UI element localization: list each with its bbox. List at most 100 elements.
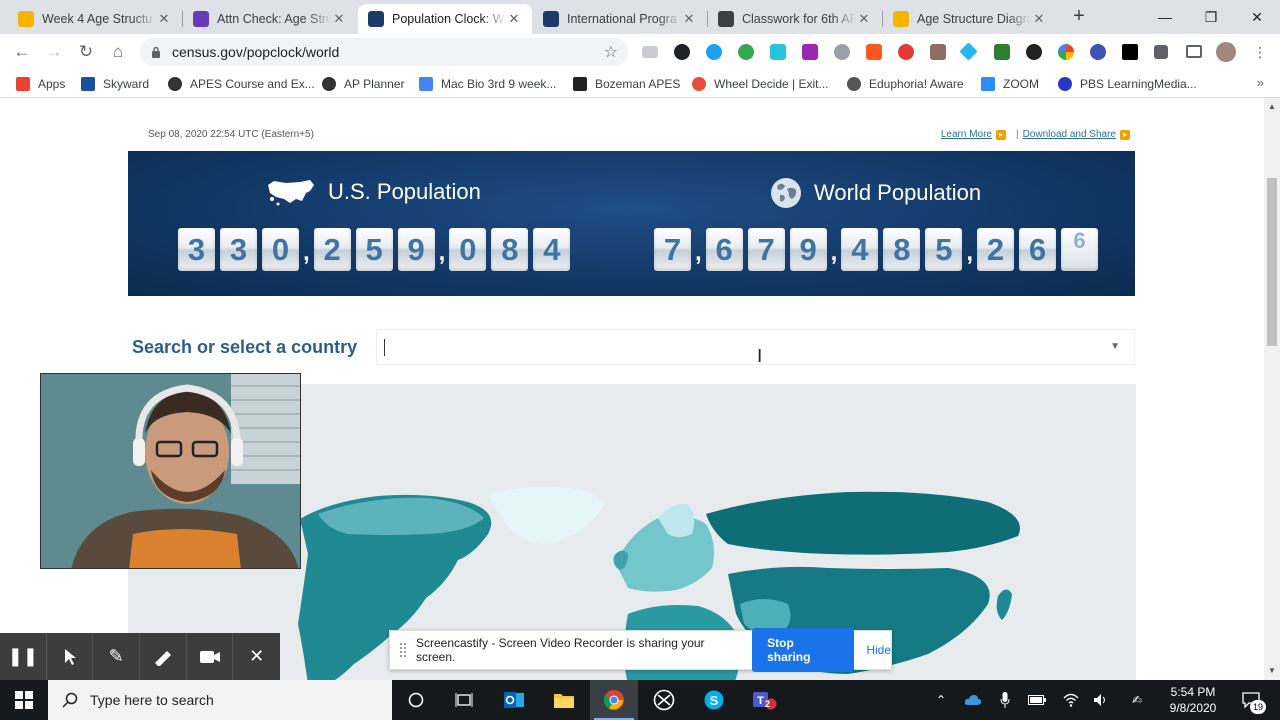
tab-close-icon[interactable]: ✕ bbox=[331, 11, 347, 27]
scroll-down-arrow-icon[interactable]: ▼ bbox=[1268, 666, 1276, 675]
pause-icon[interactable]: ❚❚ bbox=[0, 633, 47, 680]
scroll-up-arrow-icon[interactable]: ▲ bbox=[1268, 102, 1276, 111]
bookmark-label: Skyward bbox=[103, 77, 150, 91]
close-window-button[interactable]: ✕ bbox=[1234, 0, 1280, 34]
forward-button[interactable]: → bbox=[42, 41, 66, 63]
restore-button[interactable]: ❐ bbox=[1188, 0, 1234, 34]
highlighter-icon[interactable] bbox=[140, 633, 187, 680]
browser-tab[interactable]: Population Clock: W ✕ bbox=[358, 4, 532, 34]
extension-java-icon[interactable] bbox=[930, 44, 946, 60]
cursor-icon[interactable] bbox=[47, 633, 94, 680]
bookmark-item[interactable]: ZOOM bbox=[981, 75, 1039, 93]
browser-menu-icon[interactable]: ⋮ bbox=[1248, 41, 1272, 63]
extensions-puzzle-icon[interactable] bbox=[1154, 45, 1168, 59]
browser-tab[interactable]: International Progra ✕ bbox=[533, 4, 707, 34]
bookmark-item[interactable]: Bozeman APES bbox=[573, 75, 680, 93]
minimize-button[interactable]: — bbox=[1142, 0, 1188, 34]
wifi-icon[interactable] bbox=[1058, 680, 1084, 720]
webcam-overlay[interactable] bbox=[40, 373, 301, 569]
bookmark-item[interactable]: Mac Bio 3rd 9 week... bbox=[419, 75, 556, 93]
tab-close-icon[interactable]: ✕ bbox=[506, 11, 522, 27]
bookmark-item[interactable]: PBS LearningMedia... bbox=[1058, 75, 1197, 93]
close-icon[interactable]: ✕ bbox=[233, 633, 280, 680]
browser-tab[interactable]: Age Structure Diagra ✕ bbox=[883, 4, 1057, 34]
extension-cyan-icon[interactable] bbox=[770, 44, 786, 60]
tab-close-icon[interactable]: ✕ bbox=[156, 11, 172, 27]
counter-digit: 2 bbox=[313, 228, 351, 271]
drag-handle-icon[interactable] bbox=[400, 643, 406, 657]
bookmarks-overflow-button[interactable]: » bbox=[1257, 75, 1264, 90]
scrollbar-thumb[interactable] bbox=[1267, 178, 1277, 346]
volume-icon[interactable] bbox=[1088, 680, 1114, 720]
browser-tab[interactable]: Classwork for 6th AP ✕ bbox=[708, 4, 882, 34]
extension-green-plus-icon[interactable] bbox=[738, 44, 754, 60]
bookmark-item[interactable]: Eduphoria! Aware bbox=[847, 75, 964, 93]
system-clock[interactable]: 5:54 PM 9/8/2020 bbox=[1158, 684, 1228, 716]
bookmark-item[interactable]: AP Planner bbox=[322, 75, 405, 93]
hide-button[interactable]: Hide bbox=[866, 643, 891, 657]
extension-qr-icon[interactable] bbox=[1122, 44, 1138, 60]
windows-start-icon[interactable] bbox=[0, 680, 48, 720]
skype-icon[interactable]: S bbox=[690, 680, 738, 720]
world-population-counter: 7,679,485,266 bbox=[654, 228, 1103, 271]
extension-diamond-icon[interactable] bbox=[959, 42, 978, 61]
tab-close-icon[interactable]: ✕ bbox=[1031, 11, 1047, 27]
extension-circle-icon[interactable] bbox=[674, 44, 690, 60]
counter-digit: 4 bbox=[533, 228, 571, 271]
extension-chart-icon[interactable] bbox=[994, 44, 1010, 60]
country-search-input[interactable]: ▼ bbox=[376, 329, 1135, 365]
action-center-icon[interactable]: 19 bbox=[1234, 680, 1268, 720]
file-explorer-icon[interactable] bbox=[540, 680, 588, 720]
bookmark-item[interactable]: Wheel Decide | Exit... bbox=[692, 75, 829, 93]
page-scrollbar[interactable]: ▲ ▼ bbox=[1264, 98, 1280, 680]
new-tab-button[interactable]: + bbox=[1068, 6, 1090, 28]
extension-camera-icon[interactable] bbox=[1026, 44, 1042, 60]
home-button[interactable]: ⌂ bbox=[106, 41, 130, 63]
address-bar[interactable]: census.gov/popclock/world ☆ bbox=[140, 38, 628, 66]
extension-blue-icon[interactable] bbox=[706, 44, 722, 60]
chrome-icon[interactable] bbox=[590, 680, 638, 720]
browser-tab[interactable]: Week 4 Age Structu ✕ bbox=[8, 4, 182, 34]
outlook-icon[interactable] bbox=[490, 680, 538, 720]
us-map-icon bbox=[268, 180, 314, 206]
battery-icon[interactable] bbox=[1024, 680, 1050, 720]
cortana-icon[interactable] bbox=[392, 680, 440, 720]
teams-icon[interactable]: T 2 bbox=[740, 680, 788, 720]
extension-purple-icon[interactable] bbox=[802, 44, 818, 60]
task-view-icon[interactable] bbox=[440, 680, 488, 720]
back-button[interactable]: ← bbox=[10, 41, 34, 63]
profile-avatar[interactable] bbox=[1216, 42, 1236, 62]
download-share-link[interactable]: Download and Share bbox=[1023, 129, 1116, 140]
chevron-down-icon[interactable]: ▼ bbox=[1110, 341, 1120, 352]
microphone-icon[interactable] bbox=[992, 680, 1018, 720]
learn-more-link[interactable]: Learn More bbox=[941, 129, 992, 140]
cast-icon[interactable] bbox=[1186, 45, 1202, 58]
extension-orange-icon[interactable] bbox=[866, 44, 882, 60]
pen-icon[interactable]: ✎ bbox=[93, 633, 141, 680]
camera-icon[interactable] bbox=[187, 633, 234, 680]
bookmark-star-icon[interactable]: ☆ bbox=[604, 42, 618, 62]
bookmark-item[interactable]: Skyward bbox=[81, 75, 149, 93]
zoom-icon bbox=[981, 77, 995, 91]
xbox-icon[interactable] bbox=[640, 680, 688, 720]
extension-k-icon[interactable] bbox=[1090, 44, 1106, 60]
extension-red-icon[interactable] bbox=[898, 44, 914, 60]
extension-color-icon[interactable] bbox=[1058, 44, 1074, 60]
pen-workspace-icon[interactable]: ✍ bbox=[1124, 680, 1150, 720]
reload-button[interactable]: ↻ bbox=[74, 41, 98, 63]
bookmark-item[interactable]: APES Course and Ex... bbox=[168, 75, 315, 93]
browser-tab[interactable]: Attn Check: Age Stru ✕ bbox=[183, 4, 357, 34]
taskbar-search-placeholder: Type here to search bbox=[90, 692, 214, 708]
counter-digit: 5 bbox=[925, 228, 963, 271]
stop-sharing-button[interactable]: Stop sharing bbox=[752, 628, 855, 672]
taskbar-search-box[interactable]: Type here to search bbox=[48, 680, 392, 720]
tab-close-icon[interactable]: ✕ bbox=[856, 11, 872, 27]
tab-close-icon[interactable]: ✕ bbox=[681, 11, 697, 27]
counter-digit: 8 bbox=[491, 228, 529, 271]
extension-help-icon[interactable] bbox=[834, 44, 850, 60]
census-bureau-icon bbox=[543, 11, 559, 27]
onedrive-icon[interactable] bbox=[960, 680, 986, 720]
extension-cloud-icon[interactable] bbox=[642, 46, 658, 58]
bookmark-item[interactable]: Apps bbox=[16, 75, 65, 93]
chevron-up-icon[interactable]: ⌃ bbox=[928, 680, 954, 720]
